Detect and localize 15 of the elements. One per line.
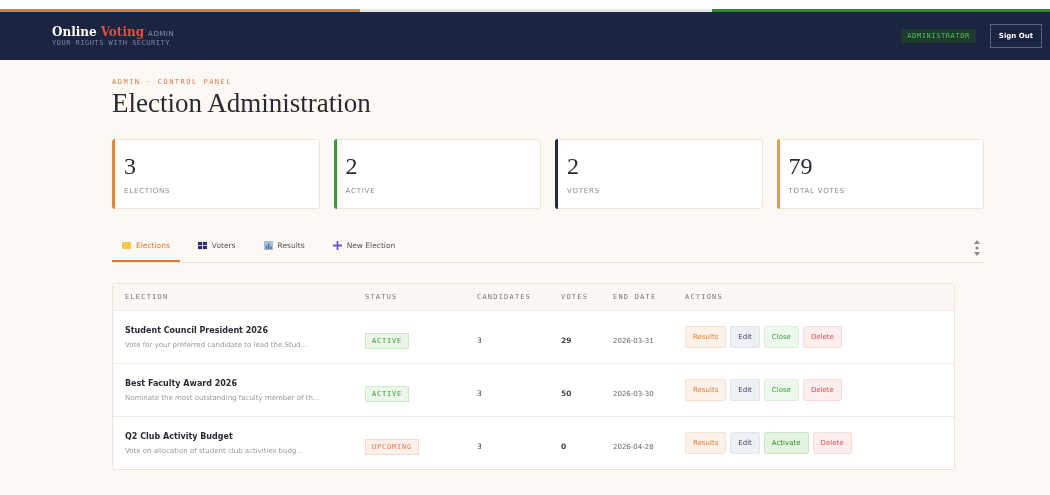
election-name: Student Council President 2026 bbox=[125, 325, 268, 335]
grid-icon bbox=[197, 241, 207, 250]
election-name: Best Faculty Award 2026 bbox=[125, 378, 237, 388]
chart-icon bbox=[263, 241, 273, 250]
plus-icon bbox=[332, 241, 342, 250]
stat-value: 3 bbox=[124, 154, 136, 178]
brand-accent: Voting bbox=[100, 25, 145, 39]
brand-name: Online bbox=[52, 25, 97, 39]
folder-icon bbox=[122, 241, 131, 250]
page-title: Election Administration bbox=[112, 88, 371, 119]
stat-value: 2 bbox=[345, 154, 358, 178]
scroll-arrows-icon[interactable] bbox=[974, 238, 980, 257]
stat-value: 2 bbox=[567, 154, 579, 178]
election-name: Q2 Club Activity Budget bbox=[125, 431, 233, 441]
stat-value: 79 bbox=[788, 154, 813, 178]
